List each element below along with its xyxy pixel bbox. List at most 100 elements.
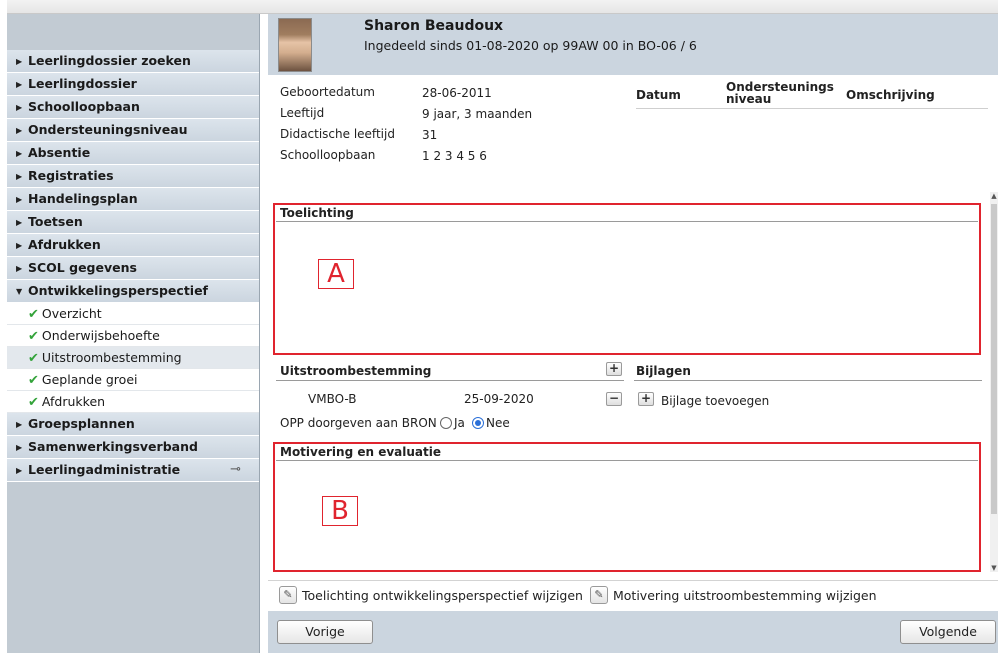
collapse-arrow-icon: ▼ bbox=[16, 287, 23, 296]
sidebar-item-leerlingadministratie[interactable]: ▶ Leerlingadministratie ⊸ bbox=[7, 459, 259, 482]
remove-uitstroom-button[interactable]: − bbox=[606, 392, 622, 406]
sidebar-item-toetsen[interactable]: ▶ Toetsen bbox=[7, 211, 259, 234]
sidebar-subitem-overzicht[interactable]: ✔ Overzicht bbox=[7, 303, 259, 325]
sidebar-item-label: Ondersteuningsniveau bbox=[28, 122, 188, 137]
sidebar-item-groepsplannen[interactable]: ▶ Groepsplannen bbox=[7, 413, 259, 436]
uitstroom-title: Uitstroombestemming bbox=[280, 364, 432, 378]
sidebar-item-ontwikkelingsperspectief[interactable]: ▼ Ontwikkelingsperspectief bbox=[7, 280, 259, 303]
key-icon: ⊸ bbox=[230, 462, 241, 477]
checkmark-icon: ✔ bbox=[28, 307, 39, 322]
sidebar-item-label: Leerlingdossier bbox=[28, 76, 137, 91]
main-panel: Sharon Beaudoux Ingedeeld sinds 01-08-20… bbox=[268, 14, 998, 653]
expand-arrow-icon: ▶ bbox=[16, 103, 23, 112]
content-scrollbar[interactable]: ▲ ▼ bbox=[990, 192, 998, 572]
edit-toelichting-pencil-icon[interactable]: ✎ bbox=[279, 586, 297, 604]
next-button[interactable]: Volgende bbox=[900, 620, 996, 644]
footer-bar: Vorige Volgende bbox=[268, 611, 998, 653]
edit-motivering-pencil-icon[interactable]: ✎ bbox=[590, 586, 608, 604]
sidebar-item-label: Ontwikkelingsperspectief bbox=[28, 283, 208, 298]
sidebar-item-leerlingdossier-zoeken[interactable]: ▶ Leerlingdossier zoeken bbox=[7, 50, 259, 73]
sidebar-item-label: SCOL gegevens bbox=[28, 260, 137, 275]
value-geboortedatum: 28-06-2011 bbox=[422, 86, 492, 100]
checkmark-icon: ✔ bbox=[28, 329, 39, 344]
sidebar-subitem-label: Afdrukken bbox=[41, 394, 106, 409]
table-header-line bbox=[636, 108, 988, 109]
sidebar-item-samenwerkingsverband[interactable]: ▶ Samenwerkingsverband bbox=[7, 436, 259, 459]
action-bar: ✎ Toelichting ontwikkelingsperspectief w… bbox=[268, 580, 998, 610]
value-didactische-leeftijd: 31 bbox=[422, 128, 438, 142]
sidebar-item-handelingsplan[interactable]: ▶ Handelingsplan bbox=[7, 188, 259, 211]
sidebar-item-label: Schoolloopbaan bbox=[28, 99, 140, 114]
column-omschrijving: Omschrijving bbox=[846, 88, 935, 102]
sidebar-item-label: Samenwerkingsverband bbox=[28, 439, 198, 454]
value-leeftijd: 9 jaar, 3 maanden bbox=[422, 107, 533, 121]
sidebar-item-absentie[interactable]: ▶ Absentie bbox=[7, 142, 259, 165]
sidebar-item-ondersteuningsniveau[interactable]: ▶ Ondersteuningsniveau bbox=[7, 119, 259, 142]
sidebar-item-label: Toetsen bbox=[28, 214, 83, 229]
uitstroom-entry-date: 25-09-2020 bbox=[464, 392, 534, 406]
student-name: Sharon Beaudoux bbox=[364, 18, 504, 34]
sidebar-item-label: Absentie bbox=[28, 145, 91, 160]
student-photo bbox=[278, 18, 312, 72]
toelichting-area[interactable] bbox=[273, 203, 981, 355]
checkmark-icon: ✔ bbox=[28, 373, 39, 388]
label-didactische-leeftijd: Didactische leeftijd bbox=[280, 127, 395, 141]
label-geboortedatum: Geboortedatum bbox=[280, 85, 375, 99]
opp-bron-radio-ja[interactable] bbox=[440, 417, 452, 429]
checkmark-icon: ✔ bbox=[28, 351, 39, 366]
expand-arrow-icon: ▶ bbox=[16, 241, 23, 250]
sidebar-item-afdrukken[interactable]: ▶ Afdrukken bbox=[7, 234, 259, 257]
panel-gap bbox=[260, 14, 268, 653]
scroll-thumb[interactable] bbox=[991, 204, 997, 514]
add-uitstroom-button[interactable]: + bbox=[606, 362, 622, 376]
sidebar-item-registraties[interactable]: ▶ Registraties bbox=[7, 165, 259, 188]
toelichting-divider bbox=[276, 221, 978, 222]
sidebar-item-label: Handelingsplan bbox=[28, 191, 138, 206]
scroll-down-arrow-icon[interactable]: ▼ bbox=[990, 564, 998, 572]
expand-arrow-icon: ▶ bbox=[16, 218, 23, 227]
edit-motivering-link[interactable]: Motivering uitstroombestemming wijzigen bbox=[613, 588, 877, 603]
expand-arrow-icon: ▶ bbox=[16, 466, 23, 475]
sidebar-item-leerlingdossier[interactable]: ▶ Leerlingdossier bbox=[7, 73, 259, 96]
expand-arrow-icon: ▶ bbox=[16, 149, 23, 158]
sidebar-item-label: Groepsplannen bbox=[28, 416, 135, 431]
application-window: ▶ Leerlingdossier zoeken ▶ Leerlingdossier… bbox=[0, 0, 998, 653]
motivering-area[interactable] bbox=[273, 442, 981, 572]
sidebar-item-label: Registraties bbox=[28, 168, 114, 183]
motivering-title: Motivering en evaluatie bbox=[280, 445, 441, 459]
sidebar-subitem-label: Overzicht bbox=[41, 306, 102, 321]
window-top-edge bbox=[6, 0, 998, 14]
expand-arrow-icon: ▶ bbox=[16, 172, 23, 181]
previous-button[interactable]: Vorige bbox=[277, 620, 373, 644]
sidebar: ▶ Leerlingdossier zoeken ▶ Leerlingdossier… bbox=[7, 14, 260, 653]
annotation-marker-b: B bbox=[322, 496, 358, 526]
sidebar-subitem-label: Geplande groei bbox=[41, 372, 138, 387]
scroll-up-arrow-icon[interactable]: ▲ bbox=[990, 192, 998, 200]
add-bijlage-link[interactable]: Bijlage toevoegen bbox=[661, 394, 769, 408]
sidebar-item-scol-gegevens[interactable]: ▶ SCOL gegevens bbox=[7, 257, 259, 280]
sidebar-subitem-label: Uitstroombestemming bbox=[41, 350, 182, 365]
opp-bron-radio-nee[interactable] bbox=[472, 417, 484, 429]
sidebar-subitem-afdrukken[interactable]: ✔ Afdrukken bbox=[7, 391, 259, 413]
student-placement: Ingedeeld sinds 01-08-2020 op 99AW 00 in… bbox=[364, 38, 697, 53]
annotation-marker-a: A bbox=[318, 259, 354, 289]
label-leeftijd: Leeftijd bbox=[280, 106, 325, 120]
sidebar-item-schoolloopbaan[interactable]: ▶ Schoolloopbaan bbox=[7, 96, 259, 119]
column-ondersteuningsniveau-line2: niveau bbox=[726, 92, 772, 106]
uitstroom-entry-name: VMBO-B bbox=[308, 392, 357, 406]
bijlagen-title: Bijlagen bbox=[636, 364, 691, 378]
sidebar-subitem-uitstroombestemming[interactable]: ✔ Uitstroombestemming bbox=[7, 347, 259, 369]
opp-bron-label-nee: Nee bbox=[486, 416, 510, 430]
uitstroom-divider bbox=[276, 380, 624, 381]
expand-arrow-icon: ▶ bbox=[16, 195, 23, 204]
checkmark-icon: ✔ bbox=[28, 395, 39, 410]
sidebar-item-label: Leerlingdossier zoeken bbox=[28, 53, 191, 68]
edit-toelichting-link[interactable]: Toelichting ontwikkelingsperspectief wij… bbox=[302, 588, 583, 603]
expand-arrow-icon: ▶ bbox=[16, 420, 23, 429]
value-schoolloopbaan: 1 2 3 4 5 6 bbox=[422, 149, 487, 163]
add-bijlage-button[interactable]: + bbox=[638, 392, 654, 406]
sidebar-subitem-geplande-groei[interactable]: ✔ Geplande groei bbox=[7, 369, 259, 391]
opp-bron-label: OPP doorgeven aan BRON bbox=[280, 416, 437, 430]
sidebar-subitem-onderwijsbehoefte[interactable]: ✔ Onderwijsbehoefte bbox=[7, 325, 259, 347]
